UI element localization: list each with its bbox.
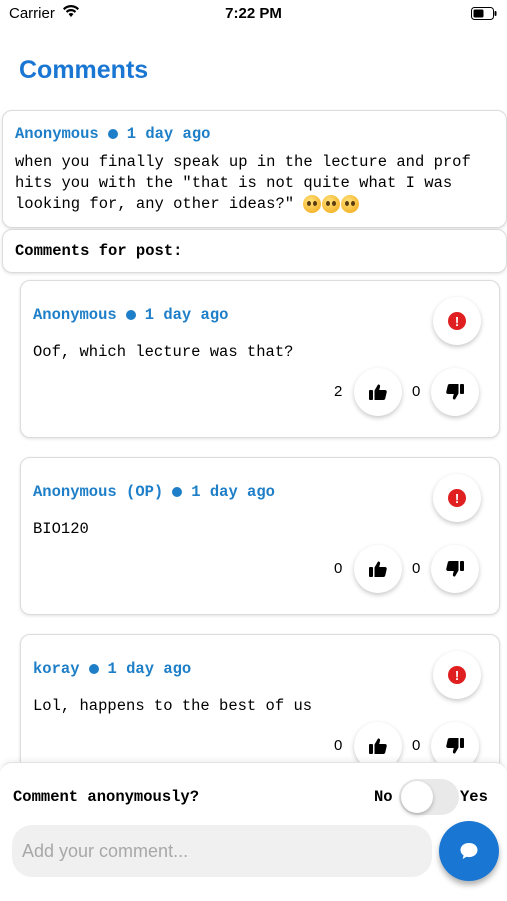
anonymous-label: Comment anonymously? [13, 788, 200, 806]
comment-meta: Anonymous 1 day ago [33, 306, 228, 324]
pleading-face-emojis [303, 194, 360, 213]
alert-icon: ! [448, 312, 466, 330]
toggle-off-label: No [374, 788, 393, 806]
report-button[interactable]: ! [433, 474, 481, 522]
dot-separator-icon [88, 664, 99, 674]
pleading-face-icon [341, 194, 360, 213]
page-title: Comments [19, 56, 149, 84]
comment-meta: Anonymous (OP) 1 day ago [33, 483, 275, 501]
alert-icon: ! [448, 489, 466, 507]
pleading-face-icon [303, 194, 322, 213]
dot-separator-icon [125, 310, 136, 320]
dot-separator-icon [172, 487, 183, 497]
comment-time: 1 day ago [107, 660, 192, 678]
thumbs-up-icon [369, 384, 387, 400]
battery-icon [471, 7, 497, 20]
comment-text: Lol, happens to the best of us [33, 697, 313, 715]
post-card: Anonymous 1 day ago when you finally spe… [2, 110, 507, 228]
comments-section-label: Comments for post: [15, 242, 183, 260]
alert-icon: ! [448, 666, 466, 684]
post-text: when you finally speak up in the lecture… [15, 153, 471, 213]
comment-time: 1 day ago [191, 483, 275, 501]
status-bar: Carrier 7:22 PM [0, 0, 507, 30]
pleading-face-icon [322, 194, 341, 213]
dot-separator-icon [107, 129, 118, 139]
thumbs-up-icon [369, 738, 387, 754]
post-author: Anonymous [15, 125, 99, 143]
comment-card: Anonymous 1 day ago Oof, which lecture w… [20, 280, 500, 438]
comment-composer: Comment anonymously? No Yes [0, 762, 507, 901]
upvote-count: 0 [334, 560, 343, 577]
upvote-count: 2 [334, 383, 343, 400]
upvote-button[interactable] [354, 368, 402, 416]
thumbs-up-icon [369, 561, 387, 577]
comment-author: koray [33, 660, 80, 678]
comment-meta: koray 1 day ago [33, 660, 191, 678]
send-button[interactable] [439, 821, 499, 881]
comment-text: Oof, which lecture was that? [33, 343, 294, 361]
chat-bubble-icon [460, 843, 478, 859]
clock: 7:22 PM [225, 5, 282, 22]
downvote-button[interactable] [431, 368, 479, 416]
downvote-button[interactable] [431, 545, 479, 593]
post-meta: Anonymous 1 day ago [15, 125, 210, 143]
downvote-count: 0 [412, 560, 421, 577]
comments-section-header: Comments for post: [2, 229, 507, 273]
report-button[interactable]: ! [433, 651, 481, 699]
comment-card: Anonymous (OP) 1 day ago BIO120 ! 0 0 [20, 457, 500, 615]
post-body: when you finally speak up in the lecture… [15, 152, 495, 215]
upvote-count: 0 [334, 737, 343, 754]
comment-text: BIO120 [33, 520, 89, 538]
thumbs-down-icon [446, 561, 464, 577]
toggle-knob [401, 781, 433, 813]
downvote-count: 0 [412, 383, 421, 400]
downvote-count: 0 [412, 737, 421, 754]
comment-input[interactable] [12, 825, 432, 877]
thumbs-down-icon [446, 738, 464, 754]
upvote-button[interactable] [354, 545, 402, 593]
report-button[interactable]: ! [433, 297, 481, 345]
comment-author: Anonymous [33, 306, 117, 324]
post-time: 1 day ago [126, 125, 211, 143]
comment-author: Anonymous (OP) [33, 483, 164, 501]
anonymous-toggle[interactable] [399, 779, 459, 815]
thumbs-down-icon [446, 384, 464, 400]
toggle-on-label: Yes [460, 788, 488, 806]
comment-time: 1 day ago [144, 306, 229, 324]
